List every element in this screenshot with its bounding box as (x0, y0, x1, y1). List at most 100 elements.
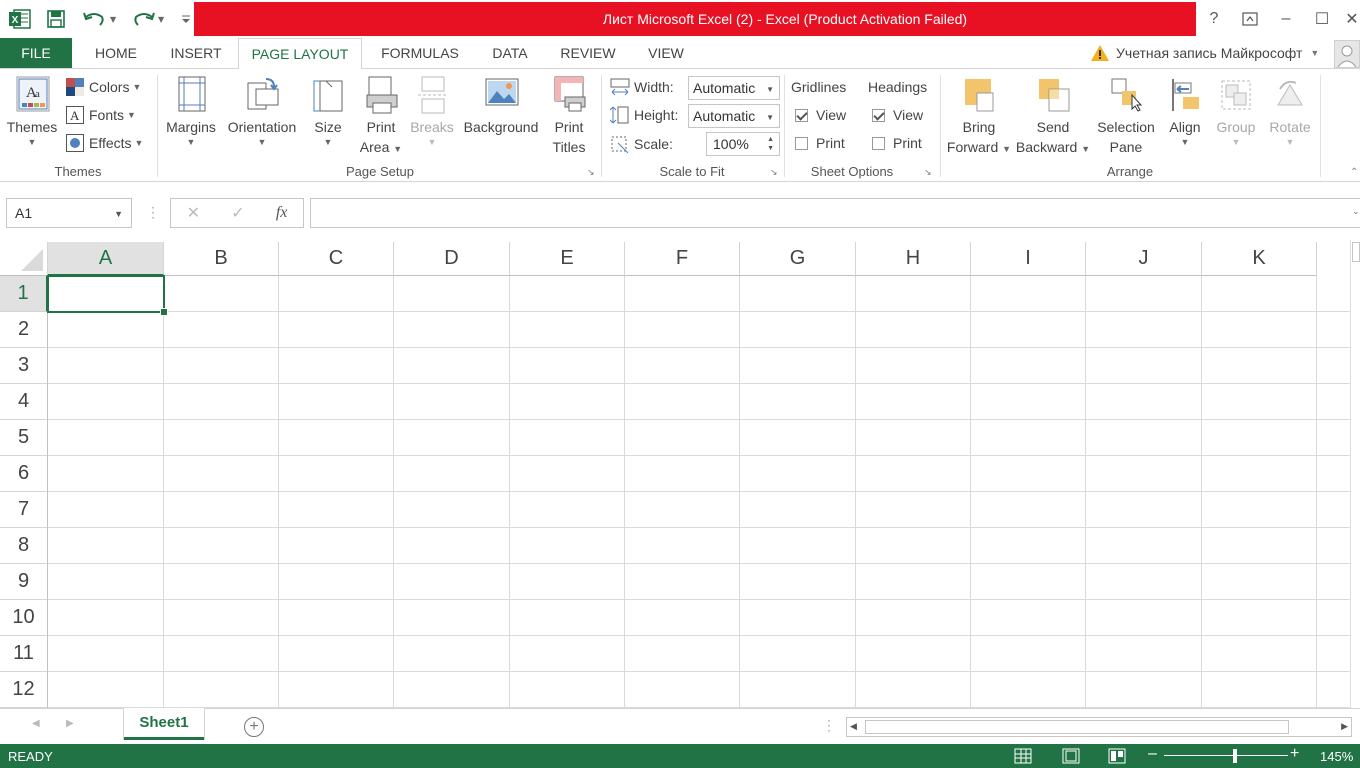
column-header-h[interactable]: H (856, 242, 971, 276)
sheet-tab-sheet1[interactable]: Sheet1 (124, 708, 204, 740)
column-header-a[interactable]: A (48, 242, 164, 276)
ribbon-display-options-icon[interactable] (1232, 0, 1268, 38)
tab-file[interactable]: FILE (0, 38, 72, 68)
zoom-in-button[interactable]: + (1290, 745, 1299, 763)
active-cell[interactable] (47, 275, 168, 316)
close-button[interactable]: ✕ (1340, 0, 1360, 38)
column-header-b[interactable]: B (164, 242, 279, 276)
headings-print-checkbox[interactable]: Print (872, 131, 922, 155)
tab-view[interactable]: VIEW (636, 38, 696, 68)
breaks-button[interactable]: Breaks ▼ (408, 75, 456, 147)
vertical-scrollbar[interactable] (1350, 240, 1360, 708)
selection-pane-button[interactable]: Selection Pane (1094, 75, 1158, 157)
save-icon[interactable] (46, 0, 66, 38)
gridlines-print-check-icon[interactable] (795, 136, 808, 150)
minimize-button[interactable]: – (1268, 0, 1304, 38)
tab-insert[interactable]: INSERT (162, 38, 230, 68)
effects-button[interactable]: Effects ▼ (66, 131, 143, 155)
enter-icon[interactable]: ✓ (231, 203, 244, 223)
tab-split-handle-icon[interactable]: ⋮ (822, 717, 836, 734)
headings-view-check-icon[interactable] (872, 108, 885, 122)
row-header-12[interactable]: 12 (0, 672, 48, 708)
margins-button[interactable]: Margins ▼ (162, 75, 220, 147)
row-header-6[interactable]: 6 (0, 456, 48, 492)
tab-review[interactable]: REVIEW (552, 38, 624, 68)
row-header-5[interactable]: 5 (0, 420, 48, 456)
tab-home[interactable]: HOME (82, 38, 150, 68)
sheet-scroll-left-icon[interactable]: ◀ (32, 718, 40, 729)
column-header-g[interactable]: G (740, 242, 856, 276)
colors-button[interactable]: Colors ▼ (66, 75, 141, 99)
orientation-button[interactable]: Orientation ▼ (222, 75, 302, 147)
column-header-i[interactable]: I (971, 242, 1086, 276)
tab-page-layout[interactable]: PAGE LAYOUT (238, 38, 362, 69)
insert-function-icon[interactable]: fx (276, 204, 288, 222)
zoom-level[interactable]: 145% (1320, 749, 1353, 764)
width-dropdown[interactable]: Automatic ▼ (688, 76, 780, 100)
customize-qat-icon[interactable] (180, 0, 192, 38)
select-all-button[interactable] (0, 242, 48, 276)
help-button[interactable]: ? (1196, 0, 1232, 38)
column-header-k[interactable]: K (1202, 242, 1317, 276)
row-header-10[interactable]: 10 (0, 600, 48, 636)
zoom-slider[interactable] (1164, 755, 1288, 756)
tab-data[interactable]: DATA (482, 38, 538, 68)
gridlines-view-check-icon[interactable] (795, 108, 808, 122)
gridlines-view-checkbox[interactable]: View (795, 103, 846, 127)
column-header-f[interactable]: F (625, 242, 740, 276)
rotate-button[interactable]: Rotate ▼ (1264, 75, 1316, 147)
sheet-scroll-right-icon[interactable]: ▶ (66, 718, 74, 729)
background-button[interactable]: Background (460, 75, 542, 137)
scale-spinner[interactable]: 100% ▲ ▼ (706, 132, 780, 156)
group-button[interactable]: Group ▼ (1210, 75, 1262, 147)
scale-to-fit-dialog-launcher-icon[interactable]: ↘ (770, 167, 780, 177)
name-box[interactable]: A1 ▼ (6, 198, 132, 228)
print-titles-button[interactable]: Print Titles (546, 75, 592, 157)
fonts-button[interactable]: A Fonts ▼ (66, 103, 136, 127)
row-header-2[interactable]: 2 (0, 312, 48, 348)
print-area-button[interactable]: Print Area ▼ (358, 75, 404, 157)
add-sheet-button[interactable]: + (244, 717, 264, 737)
worksheet-grid[interactable]: ABCDEFGHIJK 1 2 3 4 5 6 7 8 9 10 11 12 (0, 240, 1350, 708)
redo-icon[interactable]: ▼ (130, 0, 166, 38)
tab-formulas[interactable]: FORMULAS (372, 38, 468, 68)
horizontal-scrollbar[interactable]: ◀ ▶ (846, 717, 1352, 737)
vertical-scroll-up-icon[interactable] (1352, 242, 1360, 262)
zoom-slider-thumb[interactable] (1233, 749, 1238, 763)
gridlines-print-checkbox[interactable]: Print (795, 131, 845, 155)
cancel-icon[interactable]: ✕ (187, 203, 200, 223)
height-dropdown[interactable]: Automatic ▼ (688, 104, 780, 128)
account-menu[interactable]: Учетная запись Майкрософт ▼ (1090, 38, 1319, 68)
scroll-right-arrow-icon[interactable]: ▶ (1341, 721, 1348, 732)
size-button[interactable]: Size ▼ (306, 75, 350, 147)
column-header-d[interactable]: D (394, 242, 510, 276)
column-header-c[interactable]: C (279, 242, 394, 276)
row-header-8[interactable]: 8 (0, 528, 48, 564)
scale-spinner-arrows-icon[interactable]: ▲ ▼ (767, 135, 774, 153)
avatar[interactable] (1334, 40, 1360, 68)
column-header-j[interactable]: J (1086, 242, 1202, 276)
name-box-chevron-down-icon[interactable]: ▼ (114, 209, 123, 219)
normal-view-icon[interactable] (1014, 748, 1032, 767)
align-button[interactable]: Align ▼ (1162, 75, 1208, 147)
excel-logo-icon[interactable]: X (8, 0, 32, 38)
row-header-11[interactable]: 11 (0, 636, 48, 672)
formula-input[interactable] (310, 198, 1360, 228)
send-backward-button[interactable]: Send Backward ▼ (1014, 75, 1092, 157)
maximize-button[interactable]: ☐ (1304, 0, 1340, 38)
page-break-preview-icon[interactable] (1108, 748, 1126, 767)
undo-icon[interactable]: ▼ (82, 0, 116, 38)
page-layout-view-icon[interactable] (1062, 748, 1080, 767)
horizontal-scroll-thumb[interactable] (865, 720, 1289, 734)
scroll-left-arrow-icon[interactable]: ◀ (850, 721, 857, 732)
row-header-1[interactable]: 1 (0, 276, 48, 312)
page-setup-dialog-launcher-icon[interactable]: ↘ (587, 167, 597, 177)
row-header-7[interactable]: 7 (0, 492, 48, 528)
expand-formula-bar-icon[interactable]: ⌄ (1352, 206, 1360, 217)
collapse-ribbon-icon[interactable]: ⌃ (1350, 167, 1358, 178)
themes-button[interactable]: Aa Themes ▼ (6, 75, 58, 147)
row-header-9[interactable]: 9 (0, 564, 48, 600)
bring-forward-button[interactable]: Bring Forward ▼ (944, 75, 1014, 157)
sheet-options-dialog-launcher-icon[interactable]: ↘ (924, 167, 934, 177)
formula-bar-resize-handle-icon[interactable]: ⋮ (146, 204, 160, 221)
